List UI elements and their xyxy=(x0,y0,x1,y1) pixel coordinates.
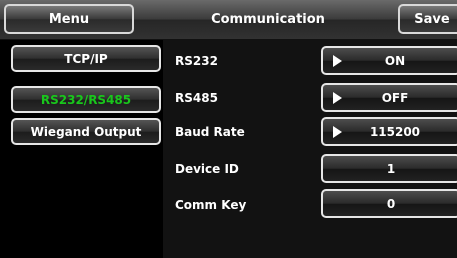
baud-rate-value: 115200 xyxy=(369,124,421,139)
play-arrow-icon xyxy=(333,54,342,67)
device-id-value: 1 xyxy=(386,161,396,176)
sidebar-item-label: RS232/RS485 xyxy=(40,92,132,107)
sidebar: TCP/IP RS232/RS485 Wiegand Output xyxy=(0,40,163,258)
sidebar-item-label: TCP/IP xyxy=(64,51,108,66)
page-title: Communication xyxy=(211,12,325,27)
play-arrow-icon xyxy=(333,125,342,138)
save-button[interactable]: Save xyxy=(398,4,457,34)
rs232-value-button[interactable]: ON xyxy=(321,46,457,75)
menu-button-label: Menu xyxy=(48,11,90,27)
rs232-value: ON xyxy=(384,53,406,68)
setting-label-device-id: Device ID xyxy=(175,161,239,176)
top-bar: Menu Communication Save xyxy=(0,0,457,40)
rs485-value: OFF xyxy=(381,90,409,105)
comm-key-value: 0 xyxy=(386,196,396,211)
setting-label-rs232: RS232 xyxy=(175,53,218,68)
device-id-value-button[interactable]: 1 xyxy=(321,154,457,183)
save-button-label: Save xyxy=(414,11,450,27)
menu-button[interactable]: Menu xyxy=(4,4,134,34)
sidebar-item-label: Wiegand Output xyxy=(30,124,142,139)
setting-label-comm-key: Comm Key xyxy=(175,197,247,212)
settings-panel: RS232 ON RS485 OFF Baud Rate 115200 Devi… xyxy=(163,40,457,258)
play-arrow-icon xyxy=(333,91,342,104)
sidebar-item-wiegand-output[interactable]: Wiegand Output xyxy=(11,118,161,145)
baud-rate-value-button[interactable]: 115200 xyxy=(321,117,457,146)
comm-key-value-button[interactable]: 0 xyxy=(321,189,457,218)
setting-label-rs485: RS485 xyxy=(175,90,218,105)
rs485-value-button[interactable]: OFF xyxy=(321,83,457,112)
sidebar-item-rs232-rs485[interactable]: RS232/RS485 xyxy=(11,86,161,113)
sidebar-item-tcp-ip[interactable]: TCP/IP xyxy=(11,45,161,72)
setting-label-baud-rate: Baud Rate xyxy=(175,124,245,139)
